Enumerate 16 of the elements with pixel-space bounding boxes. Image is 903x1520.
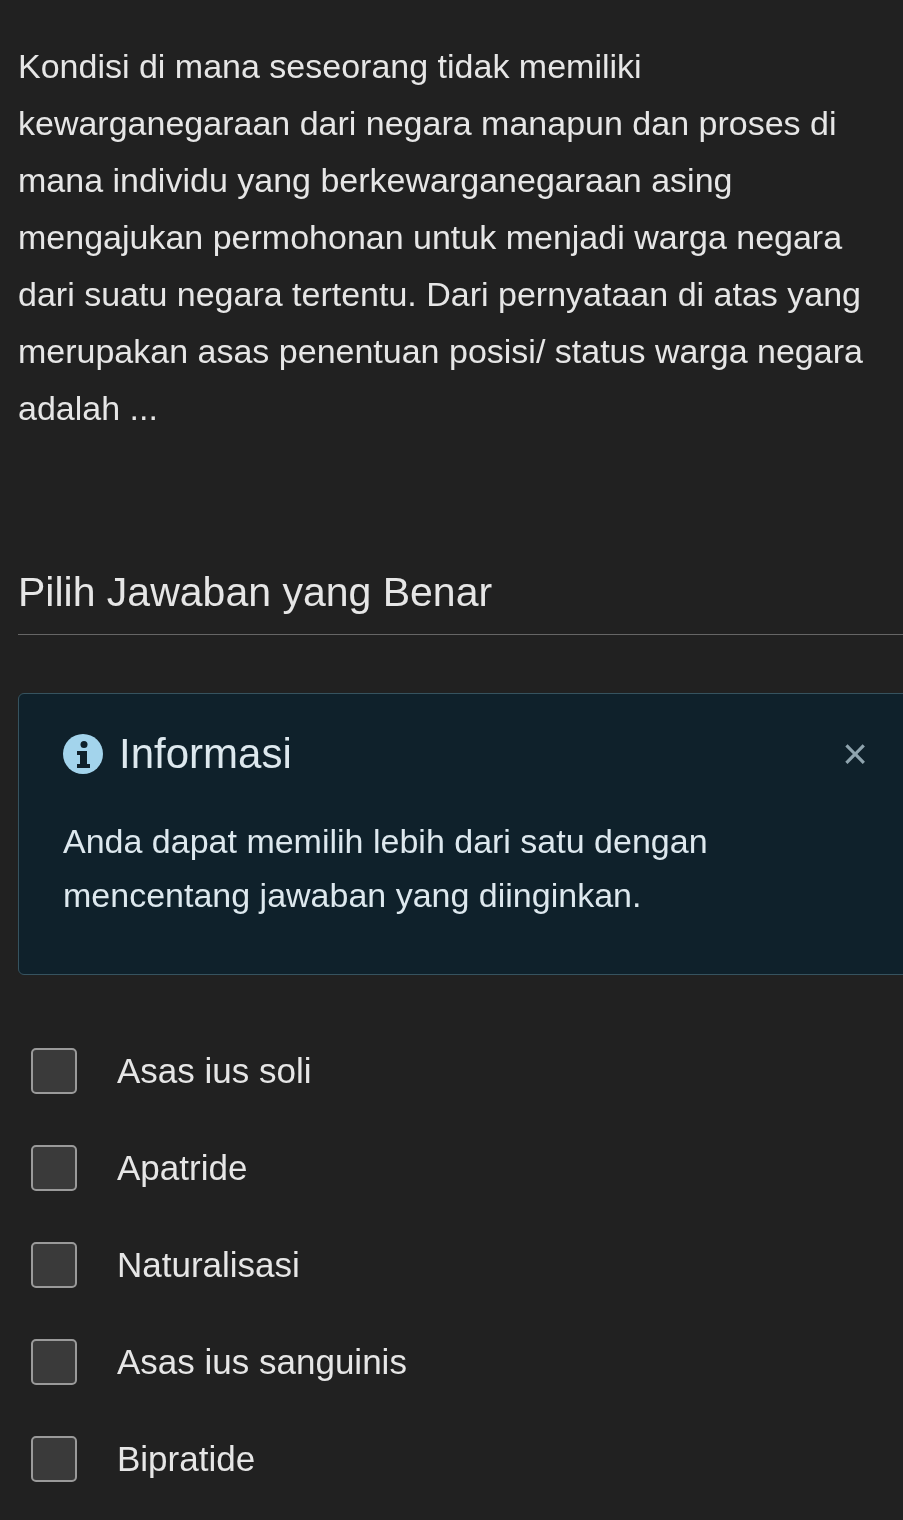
option-label: Asas ius sanguinis <box>117 1342 407 1382</box>
option-label: Asas ius soli <box>117 1051 312 1091</box>
checkbox[interactable] <box>31 1242 77 1288</box>
option-label: Naturalisasi <box>117 1245 300 1285</box>
question-text: Kondisi di mana seseorang tidak memiliki kewarganegaraan dari negara manapun dan proses di mana individu yang berkewarganegaraan asing mengajukan permohonan untuk menjadi warga negara dari suatu negara tertentu. Dari pernyataan di atas yang merupakan asas penentuan posisi/ status warga negara adalah ... <box>18 46 864 429</box>
info-title: Informasi <box>119 730 292 778</box>
info-text: Anda dapat memilih lebih dari satu dengan mencentang jawaban yang diinginkan. <box>63 821 709 916</box>
checkbox[interactable] <box>31 1048 77 1094</box>
checkbox[interactable] <box>31 1145 77 1191</box>
info-icon <box>63 734 103 774</box>
option-label: Bipratide <box>117 1439 256 1479</box>
checkbox[interactable] <box>31 1436 77 1482</box>
option-label: Apatride <box>117 1148 248 1188</box>
close-button[interactable]: × <box>842 732 868 776</box>
section-heading: Pilih Jawaban yang Benar <box>18 562 903 635</box>
checkbox[interactable] <box>31 1339 77 1385</box>
